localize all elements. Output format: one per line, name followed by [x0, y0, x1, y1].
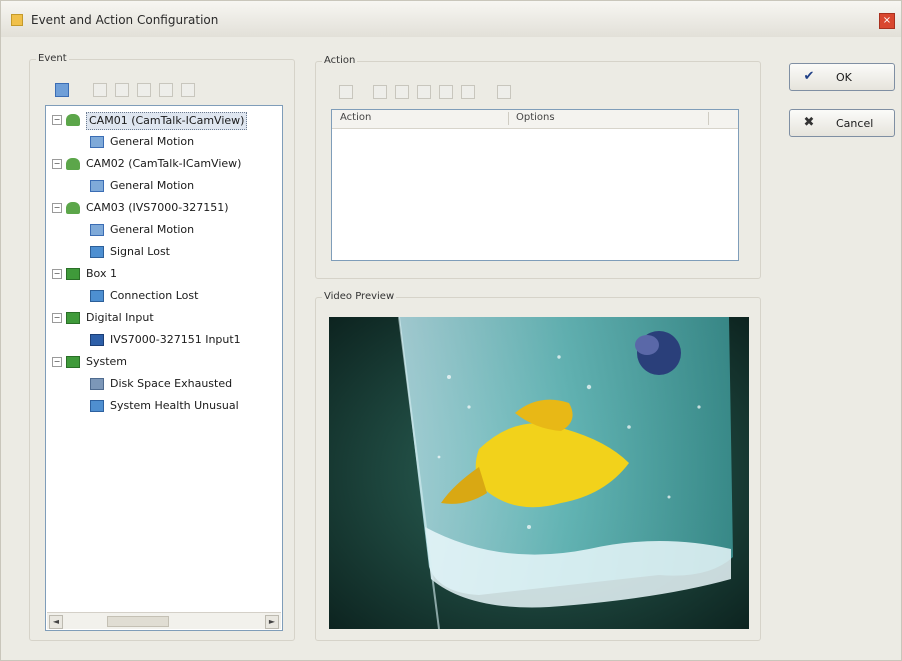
tree-expander-icon[interactable]: −	[52, 203, 62, 213]
disk-icon	[90, 378, 104, 390]
camera-icon	[66, 114, 80, 126]
tree-node[interactable]: Disk Space Exhausted	[46, 376, 282, 392]
new-action-icon[interactable]	[339, 85, 353, 99]
add-icon[interactable]	[93, 83, 107, 97]
motion-icon	[90, 180, 104, 192]
signal-icon	[90, 246, 104, 258]
tree-node[interactable]: Signal Lost	[46, 244, 282, 260]
properties-icon[interactable]	[497, 85, 511, 99]
tree-node[interactable]: System Health Unusual	[46, 398, 282, 414]
group-icon	[66, 268, 80, 280]
paste-icon[interactable]	[461, 85, 475, 99]
column-header-options[interactable]: Options	[516, 112, 555, 123]
action-list-header: Action Options	[332, 110, 738, 129]
motion-icon	[90, 136, 104, 148]
paste-icon[interactable]	[181, 83, 195, 97]
tree-node[interactable]: − System	[46, 354, 282, 370]
title-bar: Event and Action Configuration ×	[1, 1, 901, 37]
tree-node-label: System	[86, 355, 128, 368]
motion-icon	[90, 224, 104, 236]
health-icon	[90, 400, 104, 412]
tree-node-label: Digital Input	[86, 311, 154, 324]
input-icon	[90, 334, 104, 346]
group-icon	[66, 312, 80, 324]
tree-node-label: General Motion	[110, 135, 195, 148]
tree-node[interactable]: IVS7000-327151 Input1	[46, 332, 282, 348]
cancel-button[interactable]: ✖ Cancel	[789, 109, 895, 137]
add-icon[interactable]	[373, 85, 387, 99]
tree-node[interactable]: − Digital Input	[46, 310, 282, 326]
video-preview-label: Video Preview	[322, 291, 397, 302]
delete-icon[interactable]	[137, 83, 151, 97]
tree-expander-icon[interactable]: −	[52, 357, 62, 367]
cancel-button-label: Cancel	[836, 117, 874, 130]
window-title: Event and Action Configuration	[31, 13, 219, 27]
tree-expander-icon[interactable]: −	[52, 115, 62, 125]
tree-node-label: General Motion	[110, 179, 195, 192]
action-list[interactable]: Action Options	[331, 109, 739, 261]
tree-node-label: General Motion	[110, 223, 195, 236]
copy-icon[interactable]	[159, 83, 173, 97]
tree-node-label: Connection Lost	[110, 289, 199, 302]
ok-button-label: OK	[836, 71, 852, 84]
tree-expander-icon[interactable]: −	[52, 313, 62, 323]
tree-node[interactable]: − CAM02 (CamTalk-ICamView)	[46, 156, 282, 172]
tree-expander-icon[interactable]: −	[52, 269, 62, 279]
tree-node[interactable]: − CAM01 (CamTalk-ICamView)	[46, 112, 282, 130]
tree-expander-icon[interactable]: −	[52, 159, 62, 169]
cancel-x-icon: ✖	[803, 115, 815, 130]
tree-node-label: Signal Lost	[110, 245, 170, 258]
scroll-right-arrow-icon[interactable]: ►	[265, 615, 279, 629]
tree-horizontal-scrollbar[interactable]: ◄ ►	[47, 612, 281, 629]
event-tree[interactable]: − CAM01 (CamTalk-ICamView) General Motion −…	[45, 105, 283, 631]
camera-icon	[66, 202, 80, 214]
ok-button[interactable]: ✔ OK	[789, 63, 895, 91]
tree-node-label: IVS7000-327151 Input1	[110, 333, 241, 346]
tree-node[interactable]: − CAM03 (IVS7000-327151)	[46, 200, 282, 216]
tree-node-label: Disk Space Exhausted	[110, 377, 233, 390]
close-button[interactable]: ×	[879, 13, 895, 29]
delete-icon[interactable]	[417, 85, 431, 99]
tree-node[interactable]: General Motion	[46, 134, 282, 150]
fish-tank-picture	[329, 317, 749, 629]
signal-icon	[90, 290, 104, 302]
tree-node[interactable]: General Motion	[46, 178, 282, 194]
checkmark-icon: ✔	[803, 69, 815, 84]
select-icon[interactable]	[55, 83, 69, 97]
tree-node[interactable]: Connection Lost	[46, 288, 282, 304]
scroll-left-arrow-icon[interactable]: ◄	[49, 615, 63, 629]
tree-node-label: CAM01 (CamTalk-ICamView)	[86, 112, 248, 130]
column-header-action[interactable]: Action	[340, 112, 371, 123]
action-group-label: Action	[322, 55, 358, 66]
scroll-thumb[interactable]	[107, 616, 169, 627]
tree-node[interactable]: General Motion	[46, 222, 282, 238]
tree-node-label: CAM03 (IVS7000-327151)	[86, 201, 229, 214]
event-action-config-window: Event and Action Configuration × Event −…	[0, 0, 902, 661]
tree-node-label: System Health Unusual	[110, 399, 239, 412]
tree-node[interactable]: − Box 1	[46, 266, 282, 282]
tree-node-label: Box 1	[86, 267, 117, 280]
edit-icon[interactable]	[395, 85, 409, 99]
app-icon	[11, 14, 23, 26]
copy-icon[interactable]	[439, 85, 453, 99]
event-group-label: Event	[36, 53, 69, 64]
camera-icon	[66, 158, 80, 170]
tree-node-label: CAM02 (CamTalk-ICamView)	[86, 157, 242, 170]
group-icon	[66, 356, 80, 368]
edit-icon[interactable]	[115, 83, 129, 97]
video-preview-image	[329, 317, 749, 629]
